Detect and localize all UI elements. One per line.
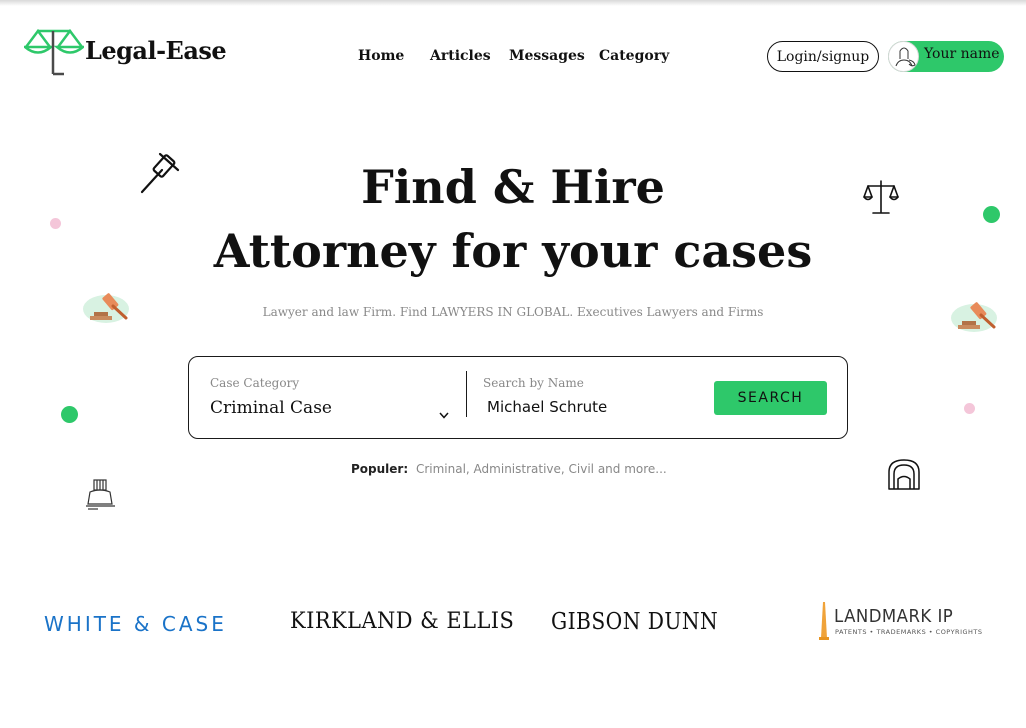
nav-messages[interactable]: Messages [509, 48, 585, 64]
user-avatar-icon [895, 47, 916, 67]
judge-gavel-icon [950, 299, 998, 341]
case-category-label: Case Category [210, 376, 300, 390]
avatar [888, 41, 919, 72]
hero-subtitle: Lawyer and law Firm. Find LAWYERS IN GLO… [262, 305, 764, 319]
brand-name: Legal-Ease [85, 36, 227, 65]
popular-label: Populer: [351, 462, 409, 476]
search-by-name-label: Search by Name [483, 376, 584, 390]
nav-home[interactable]: Home [358, 48, 404, 64]
nav-articles[interactable]: Articles [430, 48, 491, 64]
popular-list[interactable]: Criminal, Administrative, Civil and more… [416, 462, 667, 476]
decor-dot-pink [964, 403, 975, 414]
popular-categories: Populer: Criminal, Administrative, Civil… [351, 462, 667, 476]
decor-dot-green [983, 206, 1000, 223]
firm-logo-kirkland-ellis[interactable]: KIRKLAND & ELLIS [290, 609, 514, 634]
search-divider [466, 371, 467, 417]
top-shadow [0, 0, 1026, 6]
name-search-input[interactable] [487, 395, 687, 419]
landmark-name: LANDMARK IP [834, 606, 954, 627]
brand-logo[interactable]: Legal-Ease [24, 28, 227, 78]
user-name-label: Your name [924, 46, 1000, 62]
nav-category[interactable]: Category [599, 48, 669, 64]
firm-logo-white-case[interactable]: WHITE & CASE [44, 612, 227, 636]
user-profile-button[interactable]: Your name [888, 41, 1004, 72]
login-signup-button[interactable]: Login/signup [767, 41, 879, 72]
decor-dot-pink [50, 218, 61, 229]
chevron-down-icon[interactable] [439, 404, 449, 423]
case-category-select[interactable]: Criminal Case [210, 398, 332, 418]
gavel-icon [138, 152, 182, 200]
hero-title-line2: Attorney for your cases [213, 224, 813, 278]
scales-icon [862, 179, 900, 219]
scales-logo-icon [24, 28, 84, 76]
judge-gavel-icon [82, 290, 130, 332]
landmark-tower-icon [819, 602, 829, 640]
firm-logo-gibson-dunn[interactable]: GIBSON DUNN [551, 609, 718, 635]
landmark-tagline: PATENTS • TRADEMARKS • COPYRIGHTS [835, 628, 983, 636]
decor-dot-green [61, 406, 78, 423]
helmet-icon [886, 457, 922, 495]
search-button[interactable]: SEARCH [714, 381, 827, 415]
court-building-icon [84, 478, 118, 516]
firm-logo-landmark-ip[interactable]: LANDMARK IP PATENTS • TRADEMARKS • COPYR… [816, 602, 988, 640]
lawyer-search-form: Case Category Criminal Case Search by Na… [188, 356, 848, 439]
